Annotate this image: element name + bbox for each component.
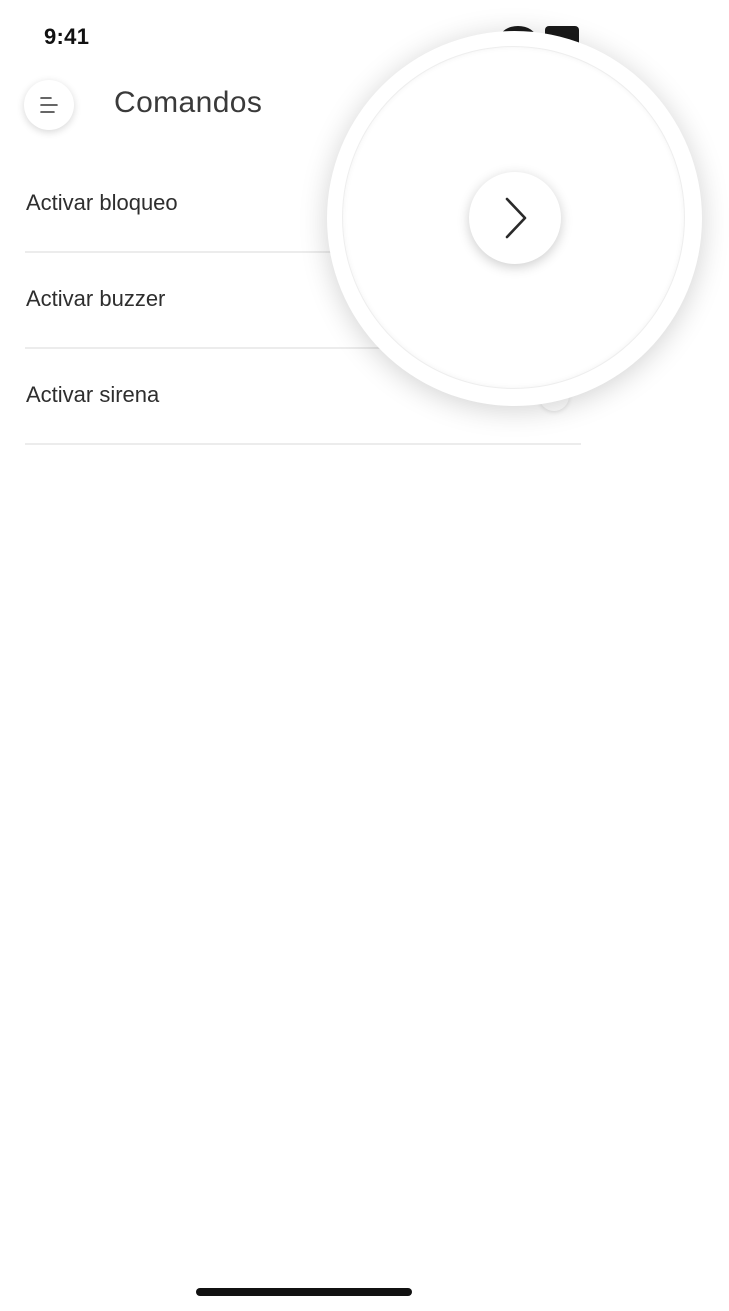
magnified-arrow-button[interactable] [469, 172, 561, 264]
chevron-right-icon [505, 197, 527, 239]
page-title: Comandos [114, 86, 263, 119]
home-indicator[interactable] [196, 1288, 412, 1296]
status-time: 9:41 [44, 24, 90, 49]
command-label: Activar bloqueo [26, 190, 178, 215]
command-label: Activar buzzer [26, 286, 166, 311]
magnifier-lens [343, 47, 684, 388]
command-label: Activar sirena [26, 382, 160, 407]
menu-icon [40, 97, 58, 113]
menu-button[interactable] [24, 80, 74, 130]
magnifier-overlay [327, 31, 702, 406]
